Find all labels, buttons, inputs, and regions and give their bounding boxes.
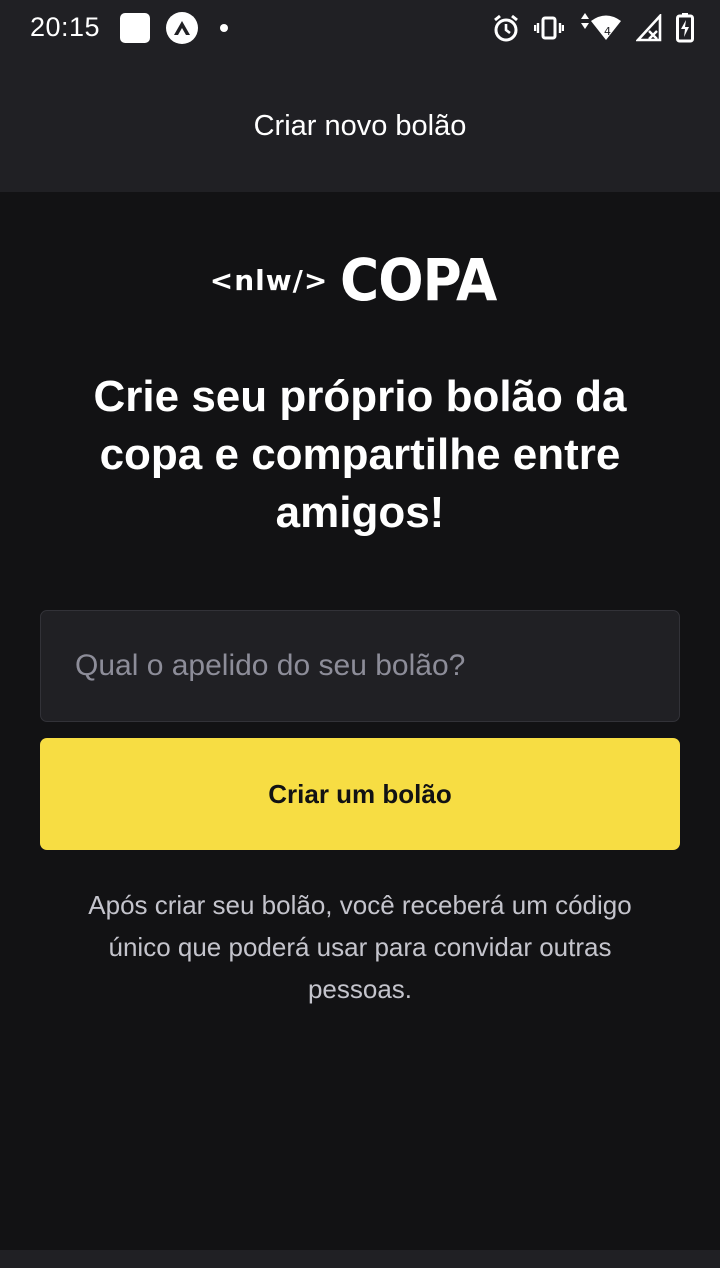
status-right-icons: 4 [492,13,694,43]
signal-icon [636,14,662,42]
screen: 20:15 4 Criar novo bolão <nlw/> COPA Cri… [0,0,720,1268]
pool-name-field[interactable] [40,610,680,722]
status-time: 20:15 [30,12,101,42]
create-pool-button[interactable]: Criar um bolão [40,738,680,850]
pool-name-input[interactable] [75,611,679,721]
helper-text: Após criar seu bolão, você receberá um c… [88,890,632,1004]
expo-icon [166,12,198,44]
alarm-icon [492,13,520,43]
nlw-copa-logo: <nlw/> COPA [0,246,720,314]
app-header: Criar novo bolão [0,60,720,192]
svg-text:4: 4 [604,25,611,38]
wifi-icon: 4 [578,13,622,43]
logo-copa-text: COPA [340,246,497,314]
logo-nlw-text: <nlw/> [209,263,329,297]
notification-dot-icon [220,24,228,32]
headline: Crie seu próprio bolão da copa e compart… [93,372,627,537]
page-title: Criar novo bolão [253,109,467,142]
status-left-icons [120,12,228,44]
status-bar: 20:15 4 [0,0,720,60]
vibrate-icon [534,13,564,43]
battery-charging-icon [676,13,694,43]
navigation-bar-strip [0,1250,720,1268]
app-square-icon [120,13,150,43]
